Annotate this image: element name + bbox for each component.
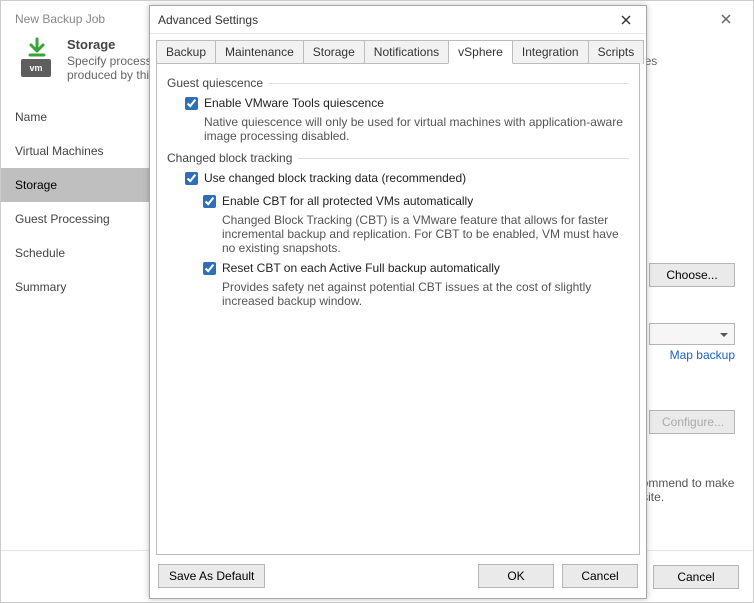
tab-storage[interactable]: Storage: [303, 40, 365, 64]
group-label: Guest quiescence: [167, 76, 269, 90]
map-backup-link[interactable]: Map backup: [670, 348, 735, 362]
enable-cbt-note: Changed Block Tracking (CBT) is a VMware…: [222, 213, 629, 255]
checkbox-input[interactable]: [185, 97, 198, 110]
tab-integration[interactable]: Integration: [512, 40, 589, 64]
tab-notifications[interactable]: Notifications: [364, 40, 449, 64]
dialog-title: Advanced Settings: [158, 13, 612, 27]
enable-vmware-tools-quiescence-checkbox[interactable]: Enable VMware Tools quiescence: [185, 96, 384, 110]
advanced-settings-dialog: Advanced Settings BackupMaintenanceStora…: [149, 5, 647, 599]
configure-button[interactable]: Configure...: [649, 410, 735, 434]
reset-cbt-note: Provides safety net against potential CB…: [222, 280, 629, 308]
wizard-nav-item-guest-processing[interactable]: Guest Processing: [1, 202, 149, 236]
wizard-nav-item-schedule[interactable]: Schedule: [1, 236, 149, 270]
storage-icon: vm: [15, 37, 59, 77]
download-arrow-icon: [25, 37, 49, 61]
wizard-nav: NameVirtual MachinesStorageGuest Process…: [1, 98, 149, 558]
checkbox-label: Enable CBT for all protected VMs automat…: [222, 194, 473, 208]
enable-cbt-all-vms-checkbox[interactable]: Enable CBT for all protected VMs automat…: [203, 194, 473, 208]
ok-button[interactable]: OK: [478, 564, 554, 588]
close-icon: [621, 15, 631, 25]
wizard-close-button[interactable]: [713, 9, 739, 29]
use-cbt-checkbox[interactable]: Use changed block tracking data (recomme…: [185, 171, 466, 185]
group-label: Changed block tracking: [167, 151, 298, 165]
choose-button[interactable]: Choose...: [649, 263, 735, 287]
dialog-close-button[interactable]: [612, 10, 640, 30]
save-as-default-button[interactable]: Save As Default: [158, 564, 265, 588]
tab-maintenance[interactable]: Maintenance: [215, 40, 304, 64]
checkbox-label: Enable VMware Tools quiescence: [204, 96, 384, 110]
checkbox-input[interactable]: [185, 172, 198, 185]
wizard-nav-item-summary[interactable]: Summary: [1, 270, 149, 304]
checkbox-input[interactable]: [203, 262, 216, 275]
group-changed-block-tracking: Changed block tracking: [167, 151, 629, 165]
tab-vsphere[interactable]: vSphere: [448, 40, 513, 64]
wizard-nav-item-name[interactable]: Name: [1, 100, 149, 134]
checkbox-label: Use changed block tracking data (recomme…: [204, 171, 466, 185]
group-guest-quiescence: Guest quiescence: [167, 76, 629, 90]
tab-page-vsphere: Guest quiescence Enable VMware Tools qui…: [156, 64, 640, 555]
dialog-titlebar: Advanced Settings: [150, 6, 646, 34]
reset-cbt-checkbox[interactable]: Reset CBT on each Active Full backup aut…: [203, 261, 500, 275]
wizard-nav-item-virtual-machines[interactable]: Virtual Machines: [1, 134, 149, 168]
tab-backup[interactable]: Backup: [156, 40, 216, 64]
tab-scripts[interactable]: Scripts: [588, 40, 645, 64]
wizard-nav-item-storage[interactable]: Storage: [1, 168, 149, 202]
close-icon: [721, 14, 731, 24]
wizard-cancel-button[interactable]: Cancel: [653, 565, 739, 589]
cancel-button[interactable]: Cancel: [562, 564, 638, 588]
tab-strip: BackupMaintenanceStorageNotificationsvSp…: [150, 34, 646, 64]
repository-combo[interactable]: [649, 323, 735, 345]
dialog-footer: Save As Default OK Cancel: [150, 556, 646, 598]
checkbox-label: Reset CBT on each Active Full backup aut…: [222, 261, 500, 275]
vm-badge-icon: vm: [21, 59, 51, 77]
quiescence-note: Native quiescence will only be used for …: [204, 115, 629, 143]
checkbox-input[interactable]: [203, 195, 216, 208]
